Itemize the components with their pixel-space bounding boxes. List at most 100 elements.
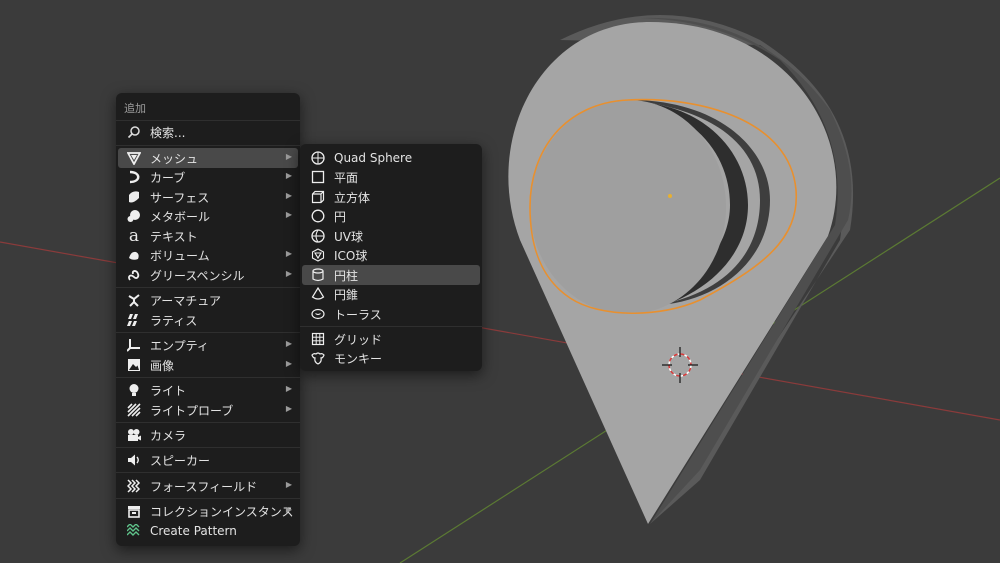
menu-item-label: カーブ [150, 170, 186, 185]
force-field-icon [123, 476, 145, 496]
cube-icon [307, 187, 329, 207]
monkey-icon [307, 348, 329, 368]
camera-icon [123, 425, 145, 445]
grid-icon [307, 329, 329, 349]
mesh-item-cube[interactable]: 立方体 [302, 187, 480, 207]
menu-item-lattice[interactable]: ラティス [118, 310, 298, 330]
menu-item-label: スピーカー [150, 453, 211, 468]
lattice-icon [123, 310, 145, 330]
submenu-arrow-icon: ▶ [285, 210, 292, 219]
menu-item-light-probe[interactable]: ライトプローブ ▶ [118, 400, 298, 420]
metaball-icon [123, 206, 145, 226]
search-item[interactable]: 検索... [118, 122, 298, 142]
menu-item-metaball[interactable]: メタボール ▶ [118, 206, 298, 226]
menu-divider [116, 422, 300, 423]
submenu-arrow-icon: ▶ [285, 171, 292, 180]
menu-item-label: ライトプローブ [150, 403, 234, 418]
menu-divider [116, 498, 300, 499]
submenu-arrow-icon: ▶ [285, 404, 292, 413]
mesh-item-torus[interactable]: トーラス [302, 304, 480, 324]
menu-divider [116, 377, 300, 378]
submenu-arrow-icon: ▶ [285, 152, 292, 161]
submenu-arrow-icon: ▶ [285, 249, 292, 258]
menu-item-speaker[interactable]: スピーカー [118, 450, 298, 470]
menu-item-curve[interactable]: カーブ ▶ [118, 167, 298, 187]
mesh-item-label: 円 [334, 209, 347, 224]
light-probe-icon [123, 400, 145, 420]
surface-icon [123, 187, 145, 207]
mesh-item-label: UV球 [334, 229, 363, 244]
speaker-icon [123, 450, 145, 470]
menu-item-light[interactable]: ライト ▶ [118, 380, 298, 400]
cylinder-icon [307, 265, 329, 285]
uv-sphere-icon [307, 226, 329, 246]
collection-instance-icon [123, 501, 145, 521]
menu-divider [116, 472, 300, 473]
menu-item-label: ライト [150, 383, 187, 398]
menu-title: 追加 [124, 102, 146, 115]
light-icon [123, 380, 145, 400]
menu-item-create-pattern[interactable]: Create Pattern [118, 521, 298, 541]
armature-icon [123, 290, 145, 310]
menu-item-grease-pencil[interactable]: グリースペンシル ▶ [118, 265, 298, 285]
mesh-item-cylinder[interactable]: 円柱 [302, 265, 480, 285]
search-icon [123, 122, 145, 142]
menu-item-label: グリースペンシル [150, 268, 245, 283]
menu-item-force-field[interactable]: フォースフィールド ▶ [118, 476, 298, 496]
menu-item-camera[interactable]: カメラ [118, 425, 298, 445]
mesh-item-label: モンキー [334, 351, 383, 366]
menu-item-empty[interactable]: エンプティ ▶ [118, 335, 298, 355]
menu-item-label: メタボール [150, 209, 211, 224]
mesh-item-circle[interactable]: 円 [302, 206, 480, 226]
menu-item-label: アーマチュア [150, 293, 222, 308]
mesh-item-quad-sphere[interactable]: Quad Sphere [302, 148, 480, 168]
volume-icon [123, 245, 145, 265]
add-menu: 追加 検索... メッシュ ▶ カーブ ▶ サーフェス ▶ メタボール ▶ a … [116, 93, 300, 546]
menu-item-label: メッシュ [150, 151, 199, 166]
menu-item-armature[interactable]: アーマチュア [118, 290, 298, 310]
circle-icon [307, 206, 329, 226]
ico-sphere-icon [307, 245, 329, 265]
menu-item-image[interactable]: 画像 ▶ [118, 355, 298, 375]
mesh-item-plane[interactable]: 平面 [302, 167, 480, 187]
mesh-item-ico-sphere[interactable]: ICO球 [302, 245, 480, 265]
menu-item-label: コレクションインスタンス [150, 504, 294, 519]
empty-icon [123, 335, 145, 355]
grease-pencil-icon [123, 265, 145, 285]
curve-icon [123, 167, 145, 187]
submenu-arrow-icon: ▶ [285, 505, 292, 514]
text-icon: a [128, 226, 140, 246]
submenu-arrow-icon: ▶ [285, 339, 292, 348]
menu-item-label: 画像 [150, 358, 175, 373]
search-label: 検索... [150, 125, 186, 140]
mesh-item-label: 円柱 [334, 268, 359, 283]
plane-icon [307, 167, 329, 187]
mesh-item-monkey[interactable]: モンキー [302, 348, 480, 368]
mesh-item-label: 立方体 [334, 190, 371, 205]
menu-item-mesh[interactable]: メッシュ ▶ [118, 148, 298, 168]
mesh-item-cone[interactable]: 円錐 [302, 284, 480, 304]
menu-item-surface[interactable]: サーフェス ▶ [118, 187, 298, 207]
mesh-item-grid[interactable]: グリッド [302, 329, 480, 349]
menu-item-volume[interactable]: ボリューム ▶ [118, 245, 298, 265]
mesh-item-uv-sphere[interactable]: UV球 [302, 226, 480, 246]
menu-divider [116, 145, 300, 146]
object-origin-dot [668, 194, 672, 198]
mesh-submenu: Quad Sphere 平面 立方体 円 UV球 ICO球 円柱 円錐 トーラス… [300, 144, 482, 371]
mesh-item-label: トーラス [334, 307, 382, 322]
submenu-arrow-icon: ▶ [285, 480, 292, 489]
submenu-arrow-icon: ▶ [285, 269, 292, 278]
mesh-item-label: 平面 [334, 170, 359, 185]
mesh-item-label: Quad Sphere [334, 151, 413, 165]
quad-sphere-icon [307, 148, 329, 168]
menu-divider [300, 326, 482, 327]
mesh-item-label: ICO球 [334, 248, 368, 263]
torus-icon [307, 304, 329, 324]
menu-item-label: Create Pattern [150, 524, 237, 538]
menu-item-text[interactable]: a テキスト [118, 226, 298, 246]
create-pattern-icon [123, 521, 145, 541]
menu-item-collection-instance[interactable]: コレクションインスタンス ▶ [118, 501, 298, 521]
menu-divider [116, 332, 300, 333]
menu-item-label: ラティス [150, 313, 198, 328]
mesh-item-label: グリッド [334, 332, 383, 347]
